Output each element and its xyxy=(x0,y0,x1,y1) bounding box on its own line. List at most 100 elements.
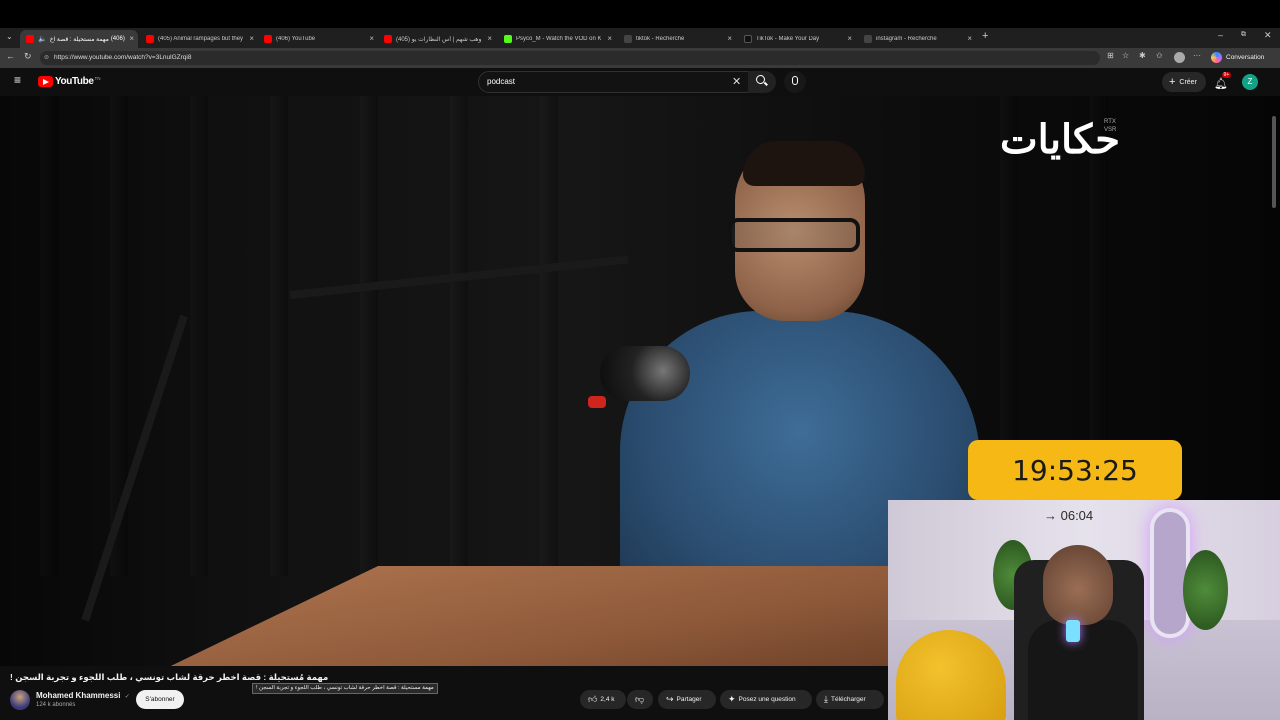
thumbs-down-icon: 👎︎ xyxy=(635,694,645,704)
yellow-beanbag xyxy=(896,630,1006,720)
close-icon[interactable]: × xyxy=(847,34,852,43)
channel-name[interactable]: Mohamed Khammessi ✓ xyxy=(36,691,130,700)
search-favicon-icon xyxy=(864,35,872,43)
podcast-guest-glasses xyxy=(728,218,860,252)
streamer-body xyxy=(1028,620,1138,720)
youtube-favicon-icon xyxy=(26,35,34,43)
tab-label: (406) YouTube xyxy=(276,36,316,42)
site-info-icon[interactable]: ⊜ xyxy=(44,51,49,65)
youtube-favicon-icon xyxy=(384,35,392,43)
close-icon[interactable]: × xyxy=(369,34,374,43)
back-icon[interactable]: ← xyxy=(6,51,15,61)
ask-label: Posez une question xyxy=(738,696,796,703)
bell-icon: 🔔︎ xyxy=(1214,78,1228,90)
tab-label: instagram - Recherche xyxy=(876,36,937,42)
subscriber-count: 124 k abonnés xyxy=(36,702,76,708)
youtube-logo-text: YouTube xyxy=(55,76,94,87)
tab-count: (406) xyxy=(110,36,125,42)
search-value: podcast xyxy=(487,77,516,86)
microphone xyxy=(600,346,690,401)
thumbs-up-icon: 👍︎ xyxy=(588,694,598,704)
maximize-icon[interactable]: ⧉ xyxy=(1241,31,1246,39)
youtube-play-icon xyxy=(38,76,53,87)
close-icon[interactable]: × xyxy=(487,34,492,43)
share-icon: ↪ xyxy=(666,694,674,704)
notification-badge: 9+ xyxy=(1222,72,1231,78)
clear-search-icon[interactable]: ✕ xyxy=(732,72,741,92)
microphone-icon xyxy=(792,76,798,85)
favorites-icon[interactable]: ✩ xyxy=(1156,51,1163,60)
like-count: 2,4 k xyxy=(600,696,615,703)
ask-question-button[interactable]: ✦ Posez une question xyxy=(720,690,812,709)
screen-top xyxy=(0,0,1280,28)
minimize-icon[interactable]: – xyxy=(1218,30,1223,40)
new-tab-button[interactable]: + xyxy=(982,30,988,42)
tab-instagram-search[interactable]: instagram - Recherche × xyxy=(858,30,976,48)
tab-label: (405) Animal rampages but they g xyxy=(158,36,243,42)
region-code: TN xyxy=(94,76,101,81)
notifications-button[interactable]: 🔔︎ 9+ xyxy=(1214,72,1231,90)
youtube-favicon-icon xyxy=(264,35,272,43)
search-input[interactable]: podcast ✕ xyxy=(478,71,750,93)
voice-search-button[interactable] xyxy=(784,71,806,93)
tab-list-chevron-icon[interactable]: ⌄ xyxy=(6,32,13,41)
more-menu-icon[interactable]: ··· xyxy=(1193,51,1201,60)
profile-avatar-icon[interactable] xyxy=(1174,52,1185,63)
close-icon[interactable]: × xyxy=(727,34,732,43)
streamer-face xyxy=(1043,545,1113,625)
dislike-button[interactable]: 👎︎ xyxy=(627,690,653,709)
tab-kick[interactable]: Psyco_M - Watch the VOD on Kick × xyxy=(498,30,616,48)
webcam-timer: → 06:04 xyxy=(1044,508,1094,523)
close-icon[interactable]: × xyxy=(129,34,134,43)
account-avatar[interactable]: Z xyxy=(1242,74,1258,90)
close-window-icon[interactable]: ✕ xyxy=(1264,30,1272,41)
tab-youtube[interactable]: (406) YouTube × xyxy=(258,30,378,48)
wooden-table xyxy=(150,566,910,666)
webcam-plant xyxy=(1183,550,1228,630)
tab-youtube-video[interactable]: 🔈 مهمة مستحيلة : قصة اخ (406) × xyxy=(20,30,138,48)
speaker-icon[interactable]: 🔈 xyxy=(38,35,47,43)
webcam-overlay: → 06:04 xyxy=(888,500,1280,720)
extensions-icon[interactable]: ✱ xyxy=(1139,51,1146,60)
verified-icon: ✓ xyxy=(124,694,130,700)
subscribe-button[interactable]: S'abonner xyxy=(136,690,184,709)
create-button[interactable]: + Créer xyxy=(1162,72,1206,92)
plus-icon: + xyxy=(1169,76,1176,88)
youtube-logo[interactable]: YouTube TN xyxy=(38,76,101,87)
mic-connector xyxy=(588,396,606,408)
favorite-star-icon[interactable]: ☆ xyxy=(1122,51,1129,60)
channel-watermark: حكايات xyxy=(1000,116,1120,163)
channel-avatar[interactable] xyxy=(10,690,30,710)
podcast-guest-hair xyxy=(743,141,865,186)
tiktok-favicon-icon xyxy=(744,35,752,43)
conversation-button[interactable]: Conversation xyxy=(1226,54,1264,61)
mic-arm-stand xyxy=(81,314,188,622)
tab-label: Psyco_M - Watch the VOD on Kick xyxy=(516,36,601,42)
scrollbar[interactable] xyxy=(1272,116,1276,208)
like-button[interactable]: 👍︎ 2,4 k xyxy=(580,690,626,709)
channel-name-text: Mohamed Khammessi xyxy=(36,691,121,700)
tab-tiktok-search[interactable]: tiktok - Recherche × xyxy=(618,30,736,48)
video-title: مهمة مُستحيلة : قصة اخطر حرقة لشاب تونسي… xyxy=(10,672,329,682)
tab-youtube-arabic[interactable]: (405) شوهب شهم | أس النظارات يو... × xyxy=(378,30,496,48)
download-label: Télécharger xyxy=(830,696,866,703)
close-icon[interactable]: × xyxy=(249,34,254,43)
browser-toolbar: ← ↻ ⊜ https://www.youtube.com/watch?v=3L… xyxy=(0,48,1280,68)
share-button[interactable]: ↪ Partager xyxy=(658,690,716,709)
install-app-icon[interactable]: ⊞ xyxy=(1107,51,1114,60)
create-label: Créer xyxy=(1179,79,1197,86)
hamburger-menu-icon[interactable]: ≡ xyxy=(14,73,21,87)
reload-icon[interactable]: ↻ xyxy=(24,51,32,62)
sparkle-icon: ✦ xyxy=(728,694,736,704)
close-icon[interactable]: × xyxy=(967,34,972,43)
browser-tab-strip: ⌄ 🔈 مهمة مستحيلة : قصة اخ (406) × (405) … xyxy=(0,28,1280,48)
clock-overlay: 19:53:25 xyxy=(968,440,1182,500)
download-button[interactable]: ⤓ Télécharger xyxy=(816,690,884,709)
address-bar[interactable]: ⊜ https://www.youtube.com/watch?v=3LnulG… xyxy=(40,51,1100,65)
copilot-icon xyxy=(1211,52,1222,63)
tab-animal-rampages[interactable]: (405) Animal rampages but they g × xyxy=(140,30,258,48)
tab-tiktok[interactable]: TikTok - Make Your Day × xyxy=(738,30,856,48)
close-icon[interactable]: × xyxy=(607,34,612,43)
tab-label: مهمة مستحيلة : قصة اخ xyxy=(49,36,109,43)
search-button[interactable] xyxy=(748,71,776,93)
